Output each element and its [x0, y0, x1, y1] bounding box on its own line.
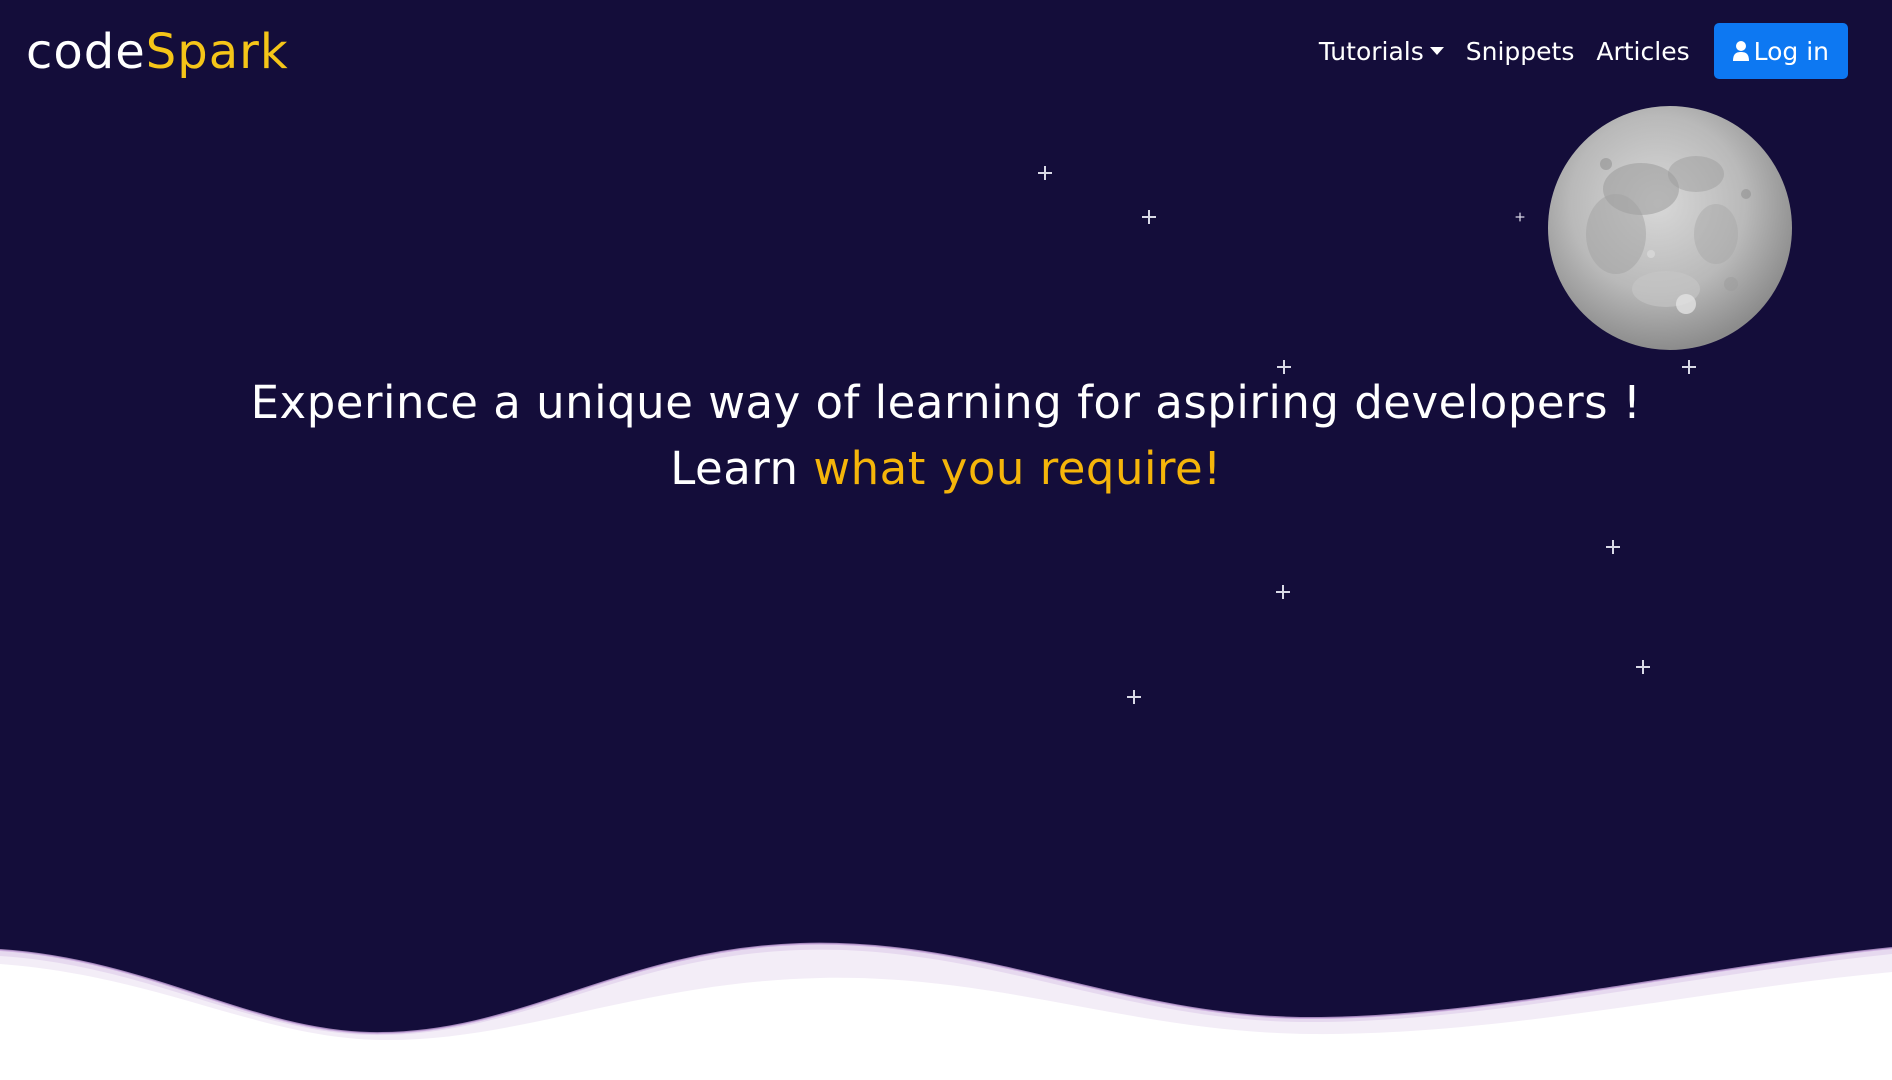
bottom-wave-divider — [0, 942, 1892, 1080]
hero-section: Experince a unique way of learning for a… — [0, 370, 1892, 502]
star-icon — [1275, 584, 1291, 600]
star-icon — [1126, 689, 1142, 705]
nav-item-snippets-label: Snippets — [1465, 36, 1575, 66]
brand-name-accent: Spark — [145, 24, 289, 80]
nav-item-articles-label: Articles — [1596, 36, 1690, 66]
caret-down-icon — [1429, 47, 1444, 55]
nav-item-articles[interactable]: Articles — [1596, 37, 1689, 66]
hero-subheadline-highlight: what you require! — [813, 442, 1222, 495]
star-icon — [1635, 659, 1651, 675]
nav-links: Tutorials Snippets Articles Log in — [1319, 23, 1848, 79]
brand-logo[interactable]: codeSpark — [26, 22, 289, 82]
star-icon — [1605, 539, 1621, 555]
hero-headline: Experince a unique way of learning for a… — [250, 376, 1642, 429]
login-button[interactable]: Log in — [1713, 23, 1848, 79]
moon-image — [1548, 106, 1792, 350]
landing-page: codeSpark Tutorials Snippets Articles Lo… — [0, 0, 1892, 1080]
user-icon — [1732, 41, 1749, 61]
brand-name-prefix: code — [26, 24, 146, 80]
nav-item-tutorials[interactable]: Tutorials — [1319, 37, 1444, 66]
hero-subheadline-prefix: Learn — [670, 442, 814, 495]
top-navbar: codeSpark Tutorials Snippets Articles Lo… — [0, 0, 1892, 104]
login-button-label: Log in — [1753, 36, 1829, 66]
star-icon — [1037, 165, 1053, 181]
nav-item-tutorials-label: Tutorials — [1318, 36, 1424, 66]
star-icon — [1141, 209, 1157, 225]
star-icon — [1515, 212, 1525, 222]
hero-subheadline: Learn what you require! — [0, 436, 1892, 502]
nav-item-snippets[interactable]: Snippets — [1466, 37, 1575, 66]
